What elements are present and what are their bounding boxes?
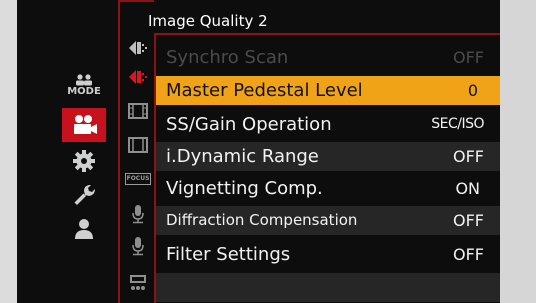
person-icon — [75, 219, 93, 239]
menu-item-ss-gain-operation[interactable]: SS/Gain Operation SEC/ISO — [156, 110, 500, 139]
subtab-audio-1[interactable] — [123, 199, 153, 229]
menu-item-synchro-scan[interactable]: Synchro Scan OFF — [156, 43, 500, 72]
category-my-menu[interactable] — [62, 212, 106, 246]
gear-icon — [73, 150, 95, 172]
focus-icon: FOCUS — [124, 173, 152, 185]
mode-label: MODE — [67, 85, 101, 97]
menu-item-value: OFF — [453, 147, 484, 166]
menu-item-value: OFF — [453, 211, 484, 230]
subtab-audio-2[interactable] — [123, 231, 153, 261]
subtab-tc[interactable] — [123, 268, 153, 298]
microphone-icon — [132, 205, 144, 224]
menu-item-label: SS/Gain Operation — [166, 114, 332, 135]
tc-icon — [130, 275, 146, 290]
category-custom[interactable] — [62, 144, 106, 178]
menu-item-label: i.Dynamic Range — [166, 146, 319, 167]
menu-item-vignetting-comp[interactable]: Vignetting Comp. ON — [156, 174, 500, 203]
category-mode[interactable]: MODE — [62, 68, 106, 102]
subtab-focus[interactable]: FOCUS — [123, 164, 153, 194]
mode-icon — [76, 73, 92, 85]
menu-item-value: SEC/ISO — [431, 116, 484, 132]
image-quality-icon — [129, 41, 147, 55]
red-divider-top — [118, 0, 154, 2]
microphone-2-icon — [132, 237, 144, 256]
menu-item-master-pedestal-level[interactable]: Master Pedestal Level 0 — [156, 76, 500, 105]
right-margin — [500, 0, 536, 303]
video-camera-icon — [74, 115, 97, 134]
menu-item-value: OFF — [453, 245, 484, 264]
category-setup[interactable] — [62, 178, 106, 212]
image-quality-active-icon — [129, 70, 147, 84]
wrench-icon — [74, 185, 95, 205]
red-divider-horizontal — [154, 33, 500, 35]
red-divider-vertical — [118, 0, 120, 303]
menu-item-label: Master Pedestal Level — [166, 80, 363, 101]
menu-row-empty — [156, 273, 500, 302]
film-strip-icon — [128, 103, 148, 119]
menu-item-label: Synchro Scan — [166, 47, 289, 68]
menu-item-label: Vignetting Comp. — [166, 178, 323, 199]
menu-item-value: OFF — [453, 48, 484, 67]
subtab-film-2[interactable] — [123, 130, 153, 160]
film-frame-icon — [128, 137, 148, 153]
menu-item-label: Filter Settings — [166, 244, 291, 265]
subtab-image-quality-2[interactable] — [123, 62, 153, 92]
menu-title: Image Quality 2 — [148, 12, 268, 30]
camera-menu-screen: MODE FOCUS Image Quality 2 Synchro Scan … — [17, 0, 500, 303]
menu-item-value: 0 — [467, 81, 478, 100]
category-video[interactable] — [62, 108, 106, 142]
subtab-image-quality-1[interactable] — [123, 33, 153, 63]
menu-item-label: Diffraction Compensation — [166, 211, 358, 229]
menu-item-value: ON — [455, 179, 480, 198]
menu-item-diffraction-compensation[interactable]: Diffraction Compensation OFF — [156, 206, 500, 235]
subtab-film-1[interactable] — [123, 96, 153, 126]
menu-item-filter-settings[interactable]: Filter Settings OFF — [156, 240, 500, 269]
menu-item-i-dynamic-range[interactable]: i.Dynamic Range OFF — [156, 142, 500, 171]
